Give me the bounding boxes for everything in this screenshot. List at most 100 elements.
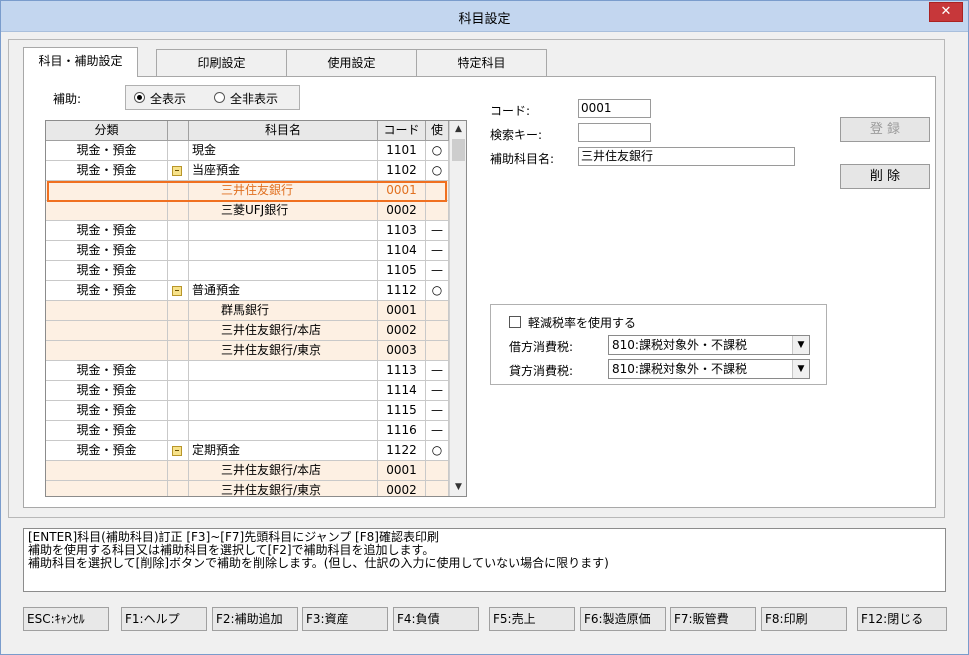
collapse-toggle-icon[interactable] — [172, 286, 182, 296]
code-cell: 0002 — [378, 481, 426, 496]
account-row[interactable]: 現金・預金 1103— — [46, 221, 449, 241]
title-bar[interactable]: 科目設定 ✕ — [1, 1, 968, 32]
collapse-toggle-icon[interactable] — [172, 166, 182, 176]
account-row[interactable]: 現金・預金 1115— — [46, 401, 449, 421]
account-name-cell — [189, 221, 378, 241]
code-cell: 0001 — [378, 301, 426, 321]
f6-manufacturing-cost-button[interactable]: F6:製造原価 — [580, 607, 666, 631]
grid-scrollbar[interactable]: ▲ ▼ — [449, 121, 466, 496]
use-cell — [426, 321, 449, 341]
aux-filter-group: 全表示 全非表示 — [125, 85, 300, 110]
help-message-box: [ENTER]科目(補助科目)訂正 [F3]~[F7]先頭科目にジャンプ [F8… — [23, 528, 946, 592]
reduced-rate-checkbox[interactable] — [509, 316, 521, 328]
code-label: コード: — [490, 104, 531, 118]
tree-cell — [168, 161, 189, 181]
tab-specific-account[interactable]: 特定科目 — [416, 49, 547, 76]
chevron-down-icon[interactable]: ▼ — [792, 360, 809, 378]
account-row[interactable]: 現金・預金 定期預金 1122 ○ — [46, 441, 449, 461]
header-category[interactable]: 分類 — [46, 121, 168, 141]
category-cell: 現金・預金 — [46, 401, 168, 421]
esc-cancel-button[interactable]: ESC:ｷｬﾝｾﾙ — [23, 607, 109, 631]
account-row[interactable]: 現金・預金 1114— — [46, 381, 449, 401]
f2-add-sub-button[interactable]: F2:補助追加 — [212, 607, 298, 631]
category-cell: 現金・預金 — [46, 441, 168, 461]
reduced-rate-label: 軽減税率を使用する — [528, 316, 637, 330]
use-cell: — — [426, 381, 449, 401]
f12-close-button[interactable]: F12:閉じる — [857, 607, 947, 631]
code-field[interactable]: 0001 — [578, 99, 651, 118]
f1-help-button[interactable]: F1:ヘルプ — [121, 607, 207, 631]
code-cell: 1102 — [378, 161, 426, 181]
account-row[interactable]: 現金・預金 普通預金 1112 ○ — [46, 281, 449, 301]
f7-sga-button[interactable]: F7:販管費 — [670, 607, 756, 631]
tree-cell — [168, 421, 189, 441]
tree-cell — [168, 461, 189, 481]
use-cell: ○ — [426, 281, 449, 301]
header-tree — [168, 121, 189, 141]
f3-assets-button[interactable]: F3:資産 — [302, 607, 388, 631]
window-title: 科目設定 — [458, 12, 511, 27]
debit-tax-value: 810:課税対象外・不課税 — [612, 338, 747, 352]
radio-hide-all[interactable] — [214, 92, 225, 103]
f4-liabilities-button[interactable]: F4:負債 — [393, 607, 479, 631]
use-cell — [426, 461, 449, 481]
sub-account-row[interactable]: 三井住友銀行/東京 0003 — [46, 341, 449, 361]
use-cell: ○ — [426, 161, 449, 181]
header-account-name[interactable]: 科目名 — [189, 121, 378, 141]
account-name-cell — [189, 421, 378, 441]
account-grid[interactable]: 分類 科目名 コード 使 現金・預金 現金 1101 ○ 現金・預金 当座預金 1102 ○ 三… — [45, 120, 467, 497]
aux-filter-label: 補助: — [53, 92, 82, 106]
tree-cell — [168, 201, 189, 221]
sub-account-row[interactable]: 群馬銀行 0001 — [46, 301, 449, 321]
tree-cell — [168, 361, 189, 381]
use-cell — [426, 301, 449, 321]
use-cell: — — [426, 421, 449, 441]
sub-account-name-field[interactable]: 三井住友銀行 — [578, 147, 795, 166]
tab-usage[interactable]: 使用設定 — [286, 49, 417, 76]
f5-sales-button[interactable]: F5:売上 — [489, 607, 575, 631]
scroll-down-icon[interactable]: ▼ — [450, 479, 466, 496]
debit-tax-select[interactable]: 810:課税対象外・不課税 ▼ — [608, 335, 810, 355]
account-name-cell — [189, 241, 378, 261]
category-cell: 現金・預金 — [46, 261, 168, 281]
scroll-up-icon[interactable]: ▲ — [450, 121, 466, 138]
chevron-down-icon[interactable]: ▼ — [792, 336, 809, 354]
use-cell — [426, 341, 449, 361]
close-button[interactable]: ✕ — [929, 2, 963, 22]
tree-cell — [168, 481, 189, 496]
account-row[interactable]: 現金・預金 当座預金 1102 ○ — [46, 161, 449, 181]
tree-cell — [168, 341, 189, 361]
register-button[interactable]: 登 録 — [840, 117, 930, 142]
sub-account-row[interactable]: 三井住友銀行/東京 0002 — [46, 481, 449, 496]
sub-account-row[interactable]: 三井住友銀行/本店 0002 — [46, 321, 449, 341]
account-name-cell: 三井住友銀行/本店 — [189, 461, 378, 481]
f8-print-button[interactable]: F8:印刷 — [761, 607, 847, 631]
credit-tax-select[interactable]: 810:課税対象外・不課税 ▼ — [608, 359, 810, 379]
account-row[interactable]: 現金・預金 現金 1101 ○ — [46, 141, 449, 161]
account-row[interactable]: 現金・預金 1104— — [46, 241, 449, 261]
tree-cell — [168, 281, 189, 301]
account-row[interactable]: 現金・預金 1113— — [46, 361, 449, 381]
debit-tax-label: 借方消費税: — [509, 340, 574, 354]
code-cell: 1112 — [378, 281, 426, 301]
code-cell: 1104 — [378, 241, 426, 261]
radio-show-all[interactable] — [134, 92, 145, 103]
account-row[interactable]: 現金・預金 1116— — [46, 421, 449, 441]
category-cell — [46, 321, 168, 341]
account-row[interactable]: 現金・預金 1105— — [46, 261, 449, 281]
selected-row-highlight — [47, 181, 447, 202]
search-key-field[interactable] — [578, 123, 651, 142]
grid-header: 分類 科目名 コード 使 — [46, 121, 449, 141]
delete-button[interactable]: 削 除 — [840, 164, 930, 189]
header-use[interactable]: 使 — [426, 121, 449, 141]
collapse-toggle-icon[interactable] — [172, 446, 182, 456]
category-cell — [46, 461, 168, 481]
tab-account-sub[interactable]: 科目・補助設定 — [23, 47, 138, 77]
use-cell: — — [426, 261, 449, 281]
scroll-thumb[interactable] — [452, 139, 465, 161]
sub-account-row[interactable]: 三井住友銀行/本店 0001 — [46, 461, 449, 481]
tab-print[interactable]: 印刷設定 — [156, 49, 287, 76]
sub-account-row[interactable]: 三菱UFJ銀行 0002 — [46, 201, 449, 221]
header-code[interactable]: コード — [378, 121, 426, 141]
account-name-cell: 三菱UFJ銀行 — [189, 201, 378, 221]
